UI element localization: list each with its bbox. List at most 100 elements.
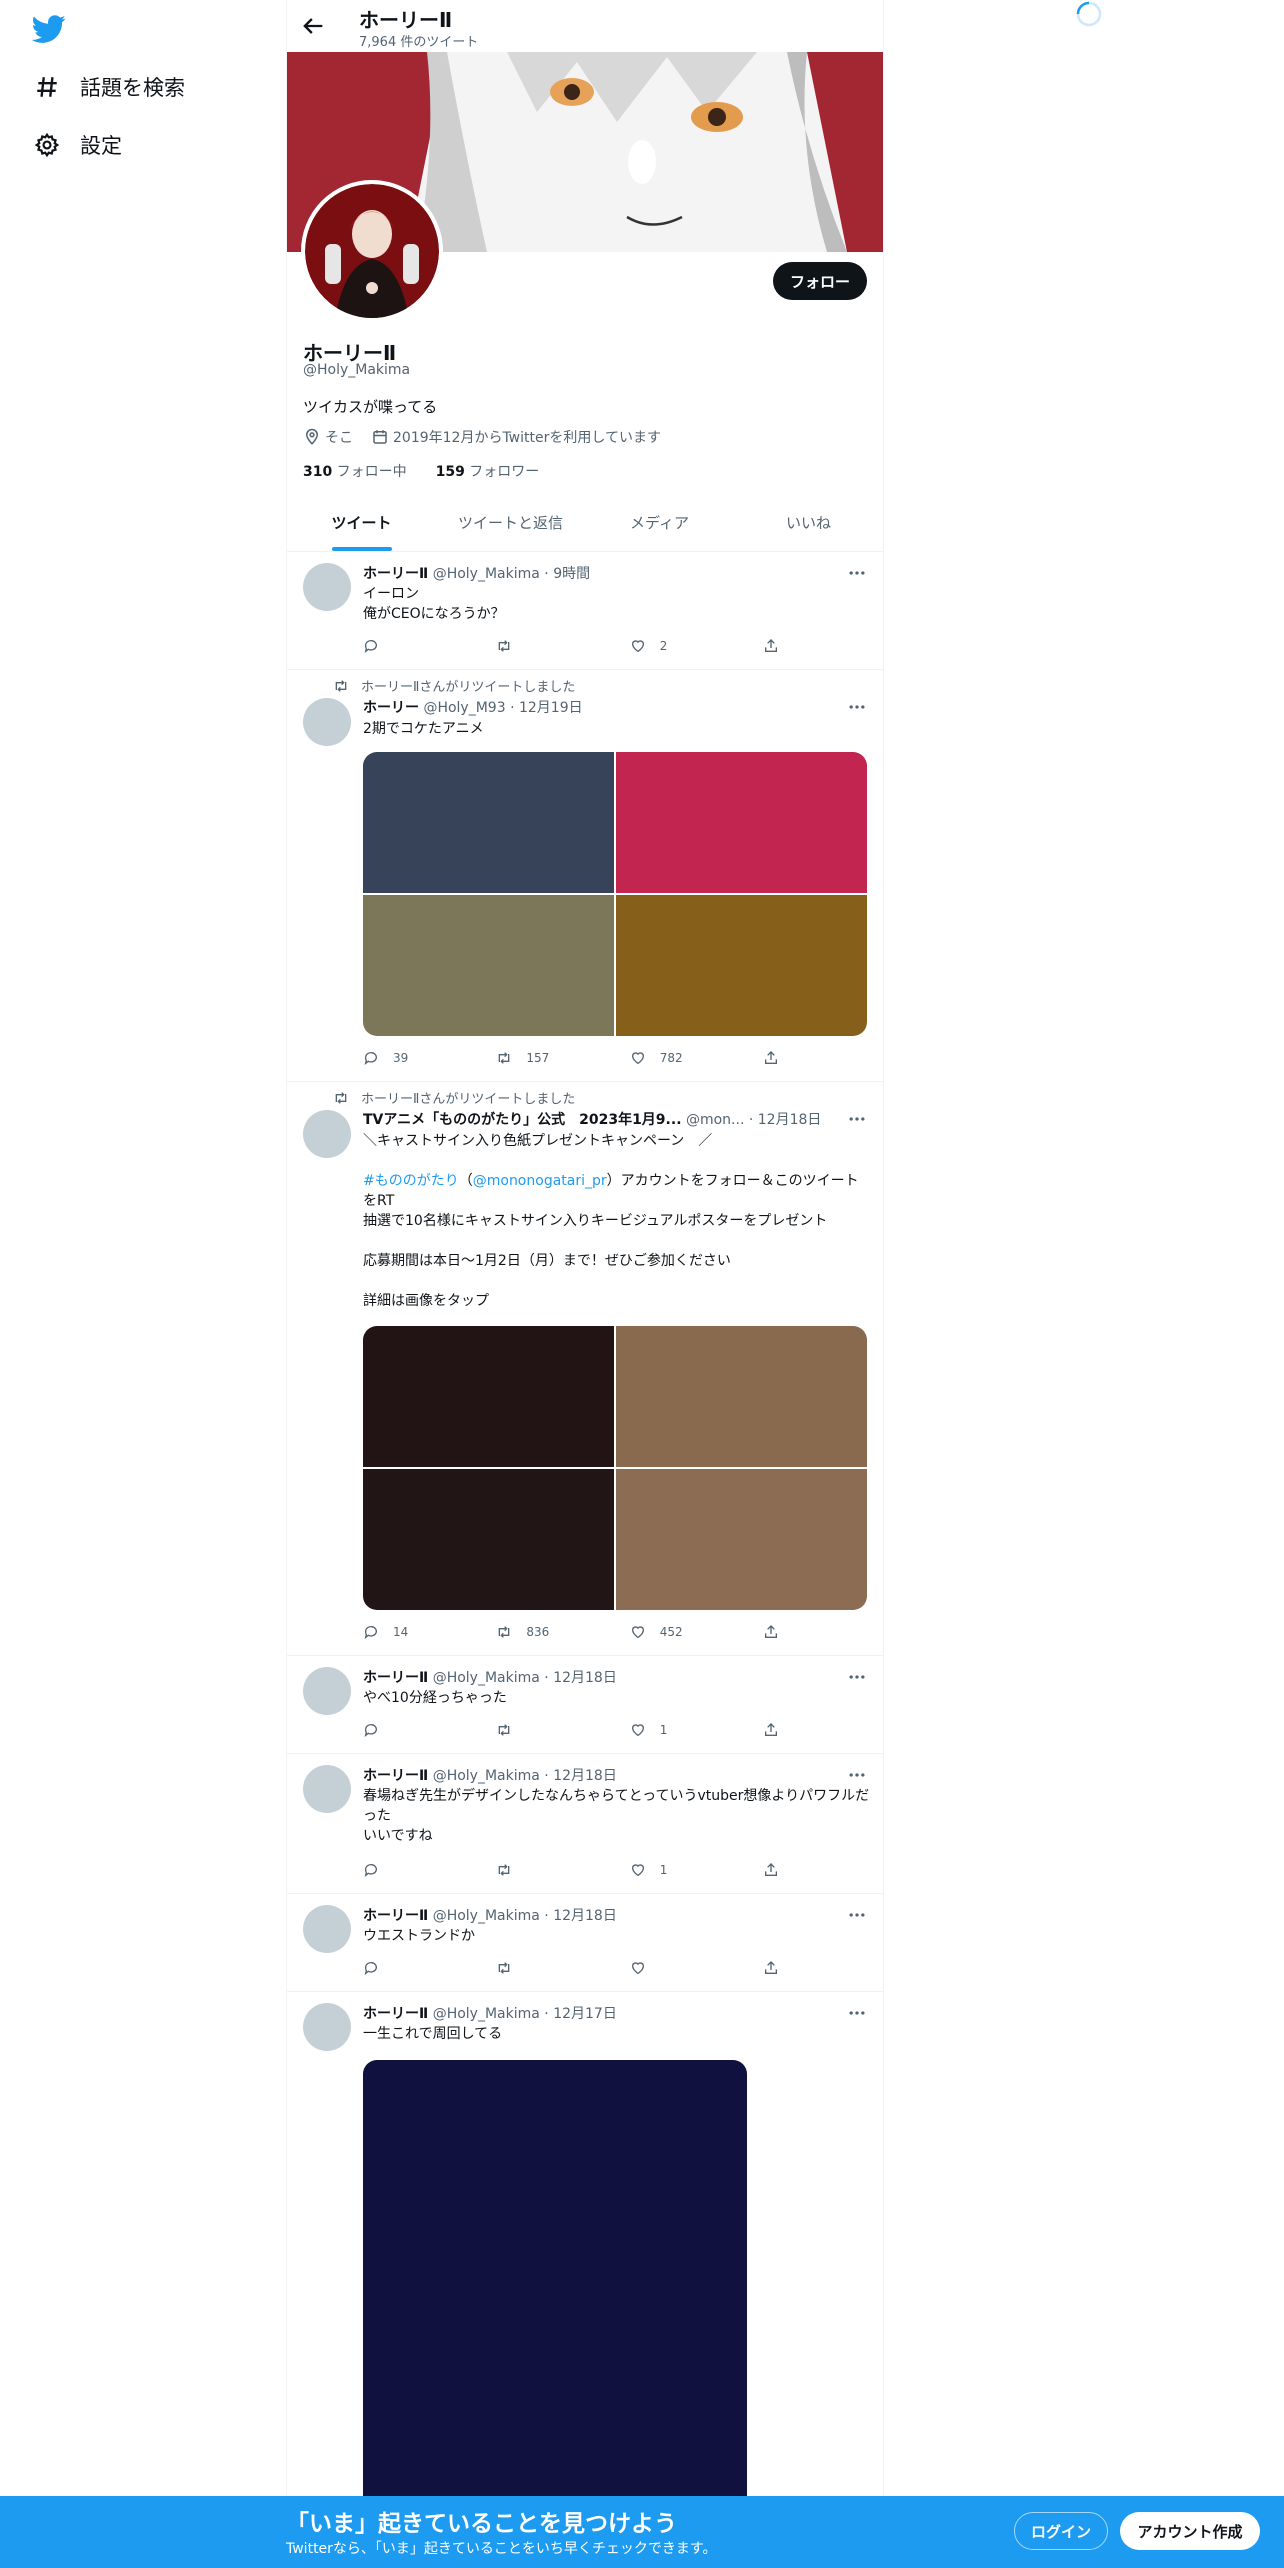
tweet-author-avatar[interactable]: [303, 1667, 351, 1715]
tweet-timestamp[interactable]: 12月18日: [553, 1908, 617, 1924]
tweet-author-name[interactable]: ホーリーⅡ: [363, 2006, 428, 2022]
tweet[interactable]: ホーリーⅡさんがリツイートしました ホーリー @Holy_M93 · 12月19…: [287, 670, 883, 1082]
tweet[interactable]: ホーリーⅡさんがリツイートしました TVアニメ「もののがたり」公式 2023年1…: [287, 1082, 883, 1656]
reply-button[interactable]: [363, 1958, 496, 1978]
more-options-icon[interactable]: [847, 1905, 867, 1925]
media-image[interactable]: [363, 895, 614, 1036]
tweet[interactable]: ホーリーⅡ @Holy_Makima · 12月18日 春場ねぎ先生がデザインし…: [287, 1754, 883, 1894]
retweet-button[interactable]: [496, 1860, 629, 1880]
tweet-author-name[interactable]: ホーリーⅡ: [363, 1768, 428, 1784]
mention-link[interactable]: @mononogatari_pr: [473, 1173, 607, 1189]
tweet-author-name[interactable]: TVアニメ「もののがたり」公式 2023年1月9...: [363, 1112, 682, 1128]
like-button[interactable]: 452: [630, 1622, 763, 1642]
tab-tweets-and-replies[interactable]: ツイートと返信: [436, 500, 585, 551]
tweet-author-handle[interactable]: @mon...: [686, 1112, 744, 1128]
like-button[interactable]: 2: [630, 636, 763, 656]
tweet-timestamp[interactable]: 12月18日: [553, 1768, 617, 1784]
share-button[interactable]: [763, 1860, 803, 1880]
nav-explore[interactable]: 話題を検索: [34, 69, 185, 105]
following-link[interactable]: 310 フォロー中: [303, 464, 407, 480]
like-button[interactable]: 1: [630, 1720, 763, 1740]
reply-button[interactable]: [363, 1860, 496, 1880]
tweet-author-avatar[interactable]: [303, 698, 351, 746]
tweet-timestamp[interactable]: 9時間: [553, 566, 590, 582]
tweet-author-name[interactable]: ホーリーⅡ: [363, 566, 428, 582]
profile-tabs: ツイート ツイートと返信 メディア いいね: [287, 500, 883, 552]
tweet-author-handle[interactable]: @Holy_Makima: [433, 1670, 540, 1686]
signup-button[interactable]: アカウント作成: [1120, 2512, 1260, 2550]
twitter-bird-icon[interactable]: [32, 12, 66, 46]
media-image[interactable]: [363, 752, 614, 893]
share-button[interactable]: [763, 1622, 803, 1642]
share-button[interactable]: [763, 636, 803, 656]
tweet-timestamp[interactable]: 12月17日: [553, 2006, 617, 2022]
media-image[interactable]: [363, 1326, 614, 1467]
tweet[interactable]: ホーリーⅡ @Holy_Makima · 12月17日 一生これで周回してる: [287, 1992, 883, 2568]
nav-settings[interactable]: 設定: [34, 127, 122, 163]
retweet-count: 157: [526, 1051, 550, 1065]
tweet-author-avatar[interactable]: [303, 563, 351, 611]
media-image[interactable]: [616, 1469, 867, 1610]
more-options-icon[interactable]: [847, 2003, 867, 2023]
tweet-author-handle[interactable]: @Holy_Makima: [433, 566, 540, 582]
tweet-author-handle[interactable]: @Holy_Makima: [433, 1768, 540, 1784]
tweet-author-handle[interactable]: @Holy_Makima: [433, 2006, 540, 2022]
retweet-button[interactable]: [496, 1720, 629, 1740]
media-image[interactable]: [616, 1326, 867, 1467]
more-options-icon[interactable]: [847, 563, 867, 583]
retweet-count: 836: [526, 1625, 550, 1639]
tweet-separator: ·: [539, 1670, 554, 1686]
tweet-separator: ·: [539, 566, 554, 582]
retweet-button[interactable]: 836: [496, 1622, 629, 1642]
profile-avatar[interactable]: [301, 180, 443, 322]
media-image[interactable]: [363, 1469, 614, 1610]
like-button[interactable]: [630, 1958, 763, 1978]
retweet-button[interactable]: [496, 636, 629, 656]
media-image[interactable]: [616, 895, 867, 1036]
login-button[interactable]: ログイン: [1014, 2512, 1108, 2550]
media-image[interactable]: [363, 2060, 747, 2520]
more-options-icon[interactable]: [847, 1667, 867, 1687]
like-button[interactable]: 1: [630, 1860, 763, 1880]
retweet-button[interactable]: 157: [496, 1048, 629, 1068]
follow-button[interactable]: フォロー: [773, 262, 867, 300]
tab-tweets[interactable]: ツイート: [287, 500, 436, 551]
retweeted-by-label[interactable]: ホーリーⅡさんがリツイートしました: [361, 676, 575, 695]
tweet[interactable]: ホーリーⅡ @Holy_Makima · 12月18日 やべ10分経っちゃった …: [287, 1656, 883, 1754]
tweet-author-avatar[interactable]: [303, 1110, 351, 1158]
tweet-author-name[interactable]: ホーリーⅡ: [363, 1908, 428, 1924]
reply-button[interactable]: [363, 636, 496, 656]
hashtag-link[interactable]: #もののがたり: [363, 1173, 459, 1189]
tweet-timestamp[interactable]: 12月18日: [758, 1112, 822, 1128]
tweet-text: 2期でコケたアニメ: [363, 721, 484, 737]
tweet-timestamp[interactable]: 12月18日: [553, 1670, 617, 1686]
reply-button[interactable]: 14: [363, 1622, 496, 1642]
reply-button[interactable]: 39: [363, 1048, 496, 1068]
reply-button[interactable]: [363, 1720, 496, 1740]
tab-likes[interactable]: いいね: [734, 500, 883, 551]
tweet-separator: ·: [539, 2006, 554, 2022]
followers-link[interactable]: 159 フォロワー: [436, 464, 540, 480]
tweet-author-handle[interactable]: @Holy_M93: [423, 700, 505, 716]
tweet[interactable]: ホーリーⅡ @Holy_Makima · 12月18日 ウエストランドか: [287, 1894, 883, 1992]
tweet[interactable]: ホーリーⅡ @Holy_Makima · 9時間 イーロン 俺がCEOになろうか…: [287, 552, 883, 670]
tweet-timestamp[interactable]: 12月19日: [519, 700, 583, 716]
back-arrow-icon[interactable]: [299, 12, 327, 40]
tweet-author-avatar[interactable]: [303, 1905, 351, 1953]
more-options-icon[interactable]: [847, 1765, 867, 1785]
tweet-author-avatar[interactable]: [303, 2003, 351, 2051]
share-button[interactable]: [763, 1958, 803, 1978]
share-button[interactable]: [763, 1048, 803, 1068]
like-button[interactable]: 782: [630, 1048, 763, 1068]
more-options-icon[interactable]: [847, 697, 867, 717]
tweet-author-handle[interactable]: @Holy_Makima: [433, 1908, 540, 1924]
tab-media[interactable]: メディア: [585, 500, 734, 551]
share-button[interactable]: [763, 1720, 803, 1740]
tweet-author-avatar[interactable]: [303, 1765, 351, 1813]
tweet-author-name[interactable]: ホーリー: [363, 700, 419, 716]
retweeted-by-label[interactable]: ホーリーⅡさんがリツイートしました: [361, 1088, 575, 1107]
retweet-button[interactable]: [496, 1958, 629, 1978]
tweet-author-name[interactable]: ホーリーⅡ: [363, 1670, 428, 1686]
more-options-icon[interactable]: [847, 1109, 867, 1129]
media-image[interactable]: [616, 752, 867, 893]
